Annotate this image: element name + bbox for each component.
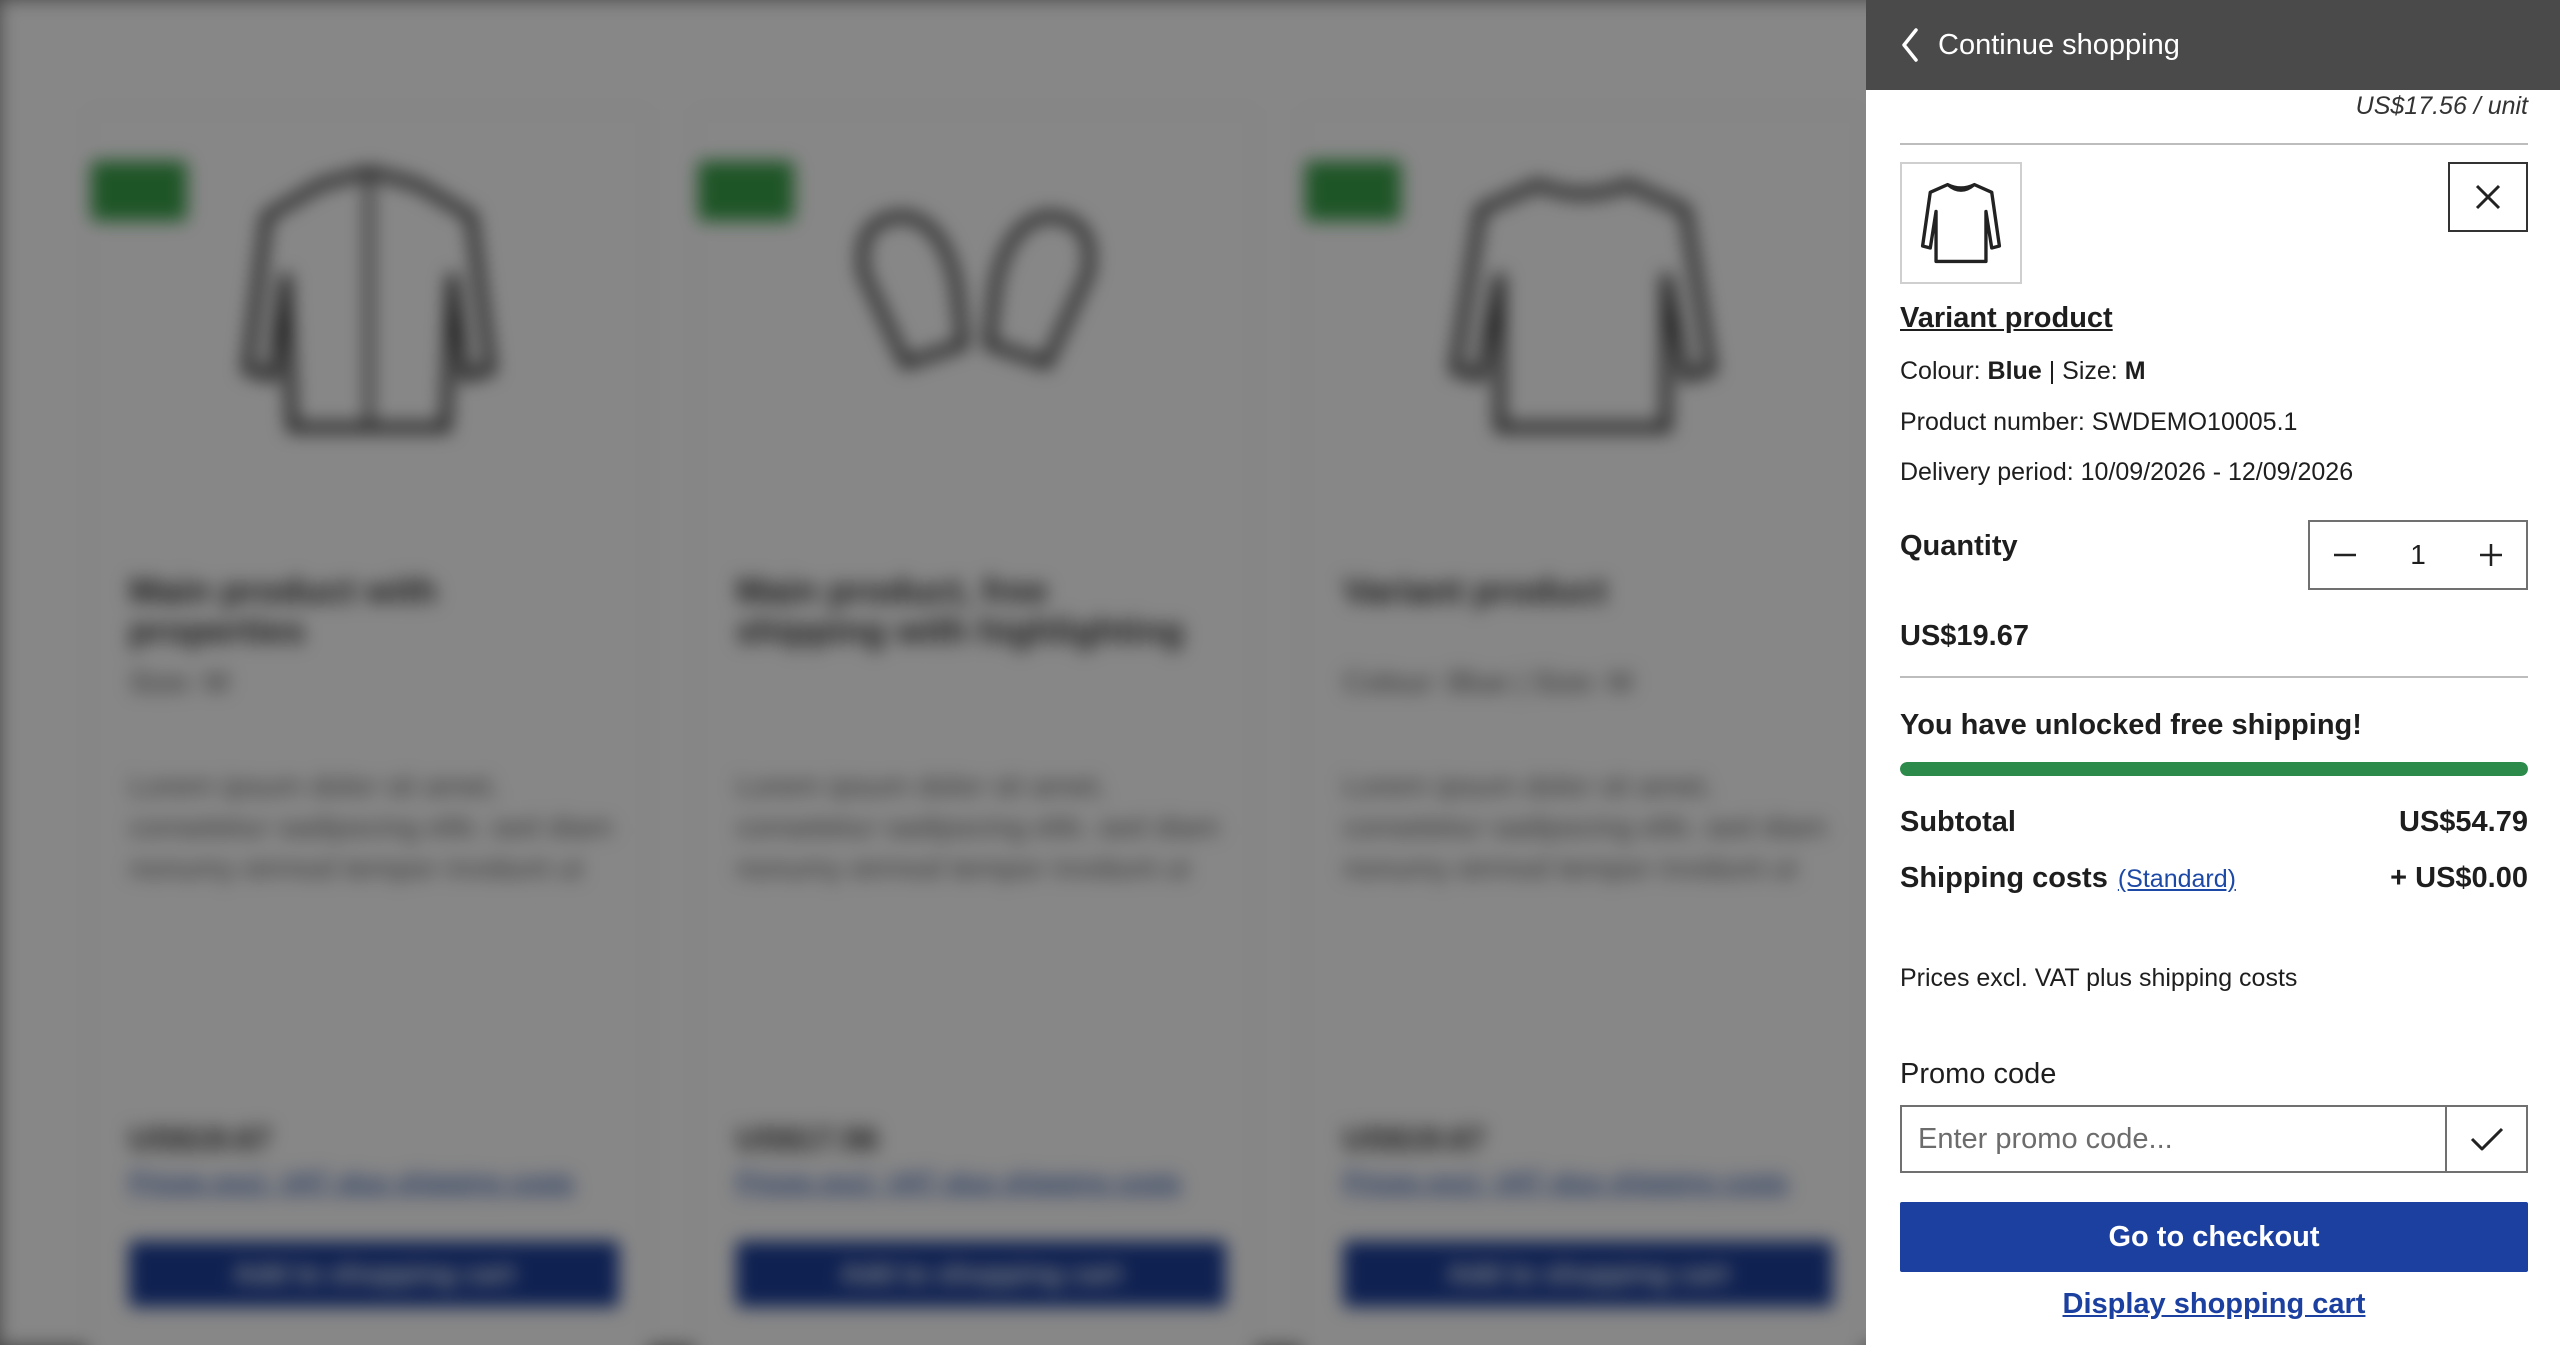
plus-icon	[2480, 544, 2502, 566]
minus-icon	[2334, 553, 2356, 557]
unit-price: US$17.56 / unit	[2355, 92, 2528, 120]
quantity-value[interactable]: 1	[2380, 539, 2456, 571]
quantity-decrease-button[interactable]	[2310, 522, 2380, 588]
promo-code-submit-button[interactable]	[2445, 1105, 2528, 1173]
delivery-period: Delivery period: 10/09/2026 - 12/09/2026	[1900, 458, 2353, 487]
delivery-period-value: 10/09/2026 - 12/09/2026	[2080, 458, 2354, 486]
colour-label: Colour:	[1900, 357, 1981, 385]
subtotal-label: Subtotal	[1900, 806, 2016, 838]
line-item-total: US$19.67	[1900, 620, 2029, 652]
display-shopping-cart-link[interactable]: Display shopping cart	[1900, 1288, 2528, 1321]
shipping-costs-value: + US$0.00	[2390, 862, 2528, 894]
shipping-costs-label: Shipping costs	[1900, 862, 2108, 894]
divider	[1900, 143, 2528, 145]
divider	[1900, 676, 2528, 678]
free-shipping-progress-fill	[1900, 762, 2528, 776]
product-number-label: Product number:	[1900, 408, 2085, 436]
close-icon	[2475, 184, 2501, 210]
quantity-label: Quantity	[1900, 530, 2018, 562]
offcanvas-cart: Continue shopping US$17.56 / unit Varian…	[1866, 0, 2560, 1345]
shipping-method-link[interactable]: (Standard)	[2118, 865, 2236, 894]
checkmark-icon	[2470, 1127, 2503, 1151]
subtotal-row: Subtotal US$54.79	[1900, 806, 2528, 839]
remove-item-button[interactable]	[2448, 162, 2528, 232]
free-shipping-progress-bar	[1900, 762, 2528, 776]
product-number-value: SWDEMO10005.1	[2091, 408, 2298, 436]
colour-value: Blue	[1987, 357, 2042, 385]
subtotal-value: US$54.79	[2399, 806, 2528, 838]
promo-code-label: Promo code	[1900, 1058, 2057, 1090]
shipping-costs-row: Shipping costs (Standard) + US$0.00	[1900, 862, 2528, 895]
delivery-period-label: Delivery period:	[1900, 458, 2074, 486]
quantity-increase-button[interactable]	[2456, 522, 2526, 588]
vat-note: Prices excl. VAT plus shipping costs	[1900, 964, 2298, 992]
attribute-separator: |	[2048, 357, 2056, 385]
product-name-link[interactable]: Variant product	[1900, 302, 2113, 335]
size-label: Size:	[2062, 357, 2118, 385]
quantity-stepper: 1	[2308, 520, 2528, 590]
continue-shopping-button[interactable]: Continue shopping	[1866, 0, 2560, 90]
continue-shopping-label: Continue shopping	[1938, 28, 2180, 61]
product-thumbnail[interactable]	[1900, 162, 2022, 284]
promo-code-input[interactable]	[1900, 1105, 2445, 1173]
size-value: M	[2124, 357, 2146, 385]
free-shipping-message: You have unlocked free shipping!	[1900, 709, 2362, 741]
chevron-left-icon	[1902, 28, 1918, 62]
sweater-icon	[1920, 182, 2002, 264]
product-number: Product number: SWDEMO10005.1	[1900, 408, 2297, 437]
variant-attributes: Colour: Blue | Size: M	[1900, 357, 2146, 386]
go-to-checkout-button[interactable]: Go to checkout	[1900, 1202, 2528, 1272]
